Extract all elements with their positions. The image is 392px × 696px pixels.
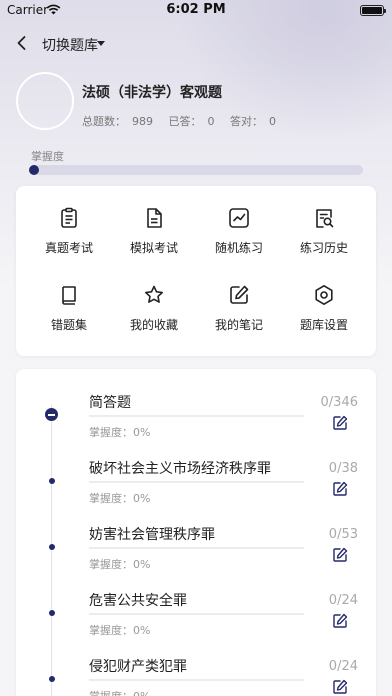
mastery-progress-knob (29, 165, 39, 175)
chapter-progress-bar (89, 547, 304, 549)
mastery-progress-bar (29, 165, 363, 175)
menu-item-favorites[interactable]: 我的收藏 (114, 283, 194, 343)
menu-label: 真题考试 (44, 241, 93, 255)
menu-label: 随机练习 (214, 241, 263, 255)
edit-icon[interactable] (332, 679, 348, 695)
chapter-count: 0/53 (328, 527, 358, 542)
correct-label: 答对： (230, 115, 263, 128)
chapter-count: 0/24 (328, 593, 358, 608)
chapter-title: 妨害社会管理秩序罪 (89, 527, 215, 543)
star-icon (145, 285, 163, 303)
chapter-title: 简答题 (89, 395, 131, 411)
chapter-count: 0/24 (328, 659, 358, 674)
answered-value: 0 (207, 115, 215, 128)
total-stat: 总题数： 989 (82, 115, 159, 128)
history-search-icon (316, 209, 334, 228)
menu-label: 我的笔记 (214, 318, 263, 332)
menu-item-bank-settings[interactable]: 题库设置 (284, 283, 364, 343)
chapter-mastery: 掌握度：0% (89, 558, 151, 571)
answered-label: 已答： (168, 115, 202, 128)
menu-label: 模拟考试 (129, 241, 178, 255)
menu-item-random-practice[interactable]: 随机练习 (199, 206, 279, 266)
answered-stat: 已答： 0 (169, 115, 221, 128)
chapter-progress-bar (89, 613, 304, 615)
total-label: 总题数： (82, 115, 126, 128)
menu-label: 题库设置 (299, 318, 348, 332)
chapter-mastery: 掌握度：0% (89, 688, 150, 696)
bank-title: 法硕（非法学）客观题 (82, 85, 222, 101)
edit-icon[interactable] (332, 613, 348, 629)
bank-avatar (16, 72, 74, 130)
edit-icon[interactable] (332, 415, 348, 431)
document-icon (147, 208, 162, 228)
switch-bank-button[interactable]: 切换题库 (42, 35, 98, 55)
nav-bar: 切换题库 (0, 28, 392, 58)
chapter-mastery: 掌握度：0% (89, 426, 151, 439)
menu-item-notes[interactable]: 我的笔记 (199, 283, 279, 343)
status-bar: Carrier 6:02 PM (0, 0, 392, 22)
gear-icon (315, 285, 333, 305)
total-value: 989 (132, 115, 153, 128)
chapter-row[interactable]: 破坏社会主义市场经济秩序罪 掌握度：0% 0/38 (0, 458, 392, 524)
menu-label: 练习历史 (299, 241, 348, 255)
chapter-title: 危害公共安全罪 (89, 593, 187, 609)
chapter-title: 破坏社会主义市场经济秩序罪 (89, 461, 271, 477)
chapter-title: 侵犯财产类犯罪 (89, 659, 187, 675)
chapter-row[interactable]: 危害公共安全罪 掌握度：0% 0/24 (0, 590, 392, 656)
correct-value: 0 (269, 115, 276, 128)
chapter-row[interactable]: 妨害社会管理秩序罪 掌握度：0% 0/53 (0, 524, 392, 590)
pencil-note-icon (230, 285, 249, 304)
book-icon (62, 286, 76, 305)
menu-label: 我的收藏 (129, 318, 178, 332)
chapter-progress-bar (89, 481, 304, 483)
exam-paper-icon (61, 207, 77, 228)
correct-stat: 答对： 0 (230, 115, 282, 128)
chapter-count: 0/38 (328, 461, 358, 476)
chapter-count: 0/346 (320, 395, 358, 410)
battery-icon (360, 5, 386, 16)
bank-stats: 总题数： 989 已答： 0 答对： 0 (82, 113, 288, 129)
chapter-mastery: 掌握度：0% (89, 624, 151, 637)
status-time: 6:02 PM (166, 2, 226, 17)
back-icon[interactable] (14, 34, 30, 52)
edit-icon[interactable] (332, 481, 348, 497)
edit-icon[interactable] (332, 547, 348, 563)
chapter-mastery: 掌握度：0% (89, 492, 151, 505)
chart-icon (229, 208, 249, 228)
chapter-progress-bar (89, 679, 304, 681)
menu-label: 错题集 (50, 318, 87, 332)
chapter-row[interactable]: 侵犯财产类犯罪 掌握度：0% 0/24 (0, 656, 392, 696)
menu-item-wrong-questions[interactable]: 错题集 (29, 283, 109, 343)
menu-item-mock-exam[interactable]: 模拟考试 (114, 206, 194, 266)
chapter-progress-bar (89, 415, 304, 417)
menu-item-practice-history[interactable]: 练习历史 (284, 206, 364, 266)
chapter-row[interactable]: 简答题 掌握度：0% 0/346 (0, 392, 392, 458)
mastery-label: 掌握度 (31, 150, 64, 163)
function-menu-card: 真题考试 模拟考试 随机练习 练习历史 错题集 我的收藏 我的笔记 题库设置 (16, 186, 376, 356)
caret-down-icon[interactable] (97, 41, 105, 46)
menu-item-real-exam[interactable]: 真题考试 (29, 206, 109, 266)
